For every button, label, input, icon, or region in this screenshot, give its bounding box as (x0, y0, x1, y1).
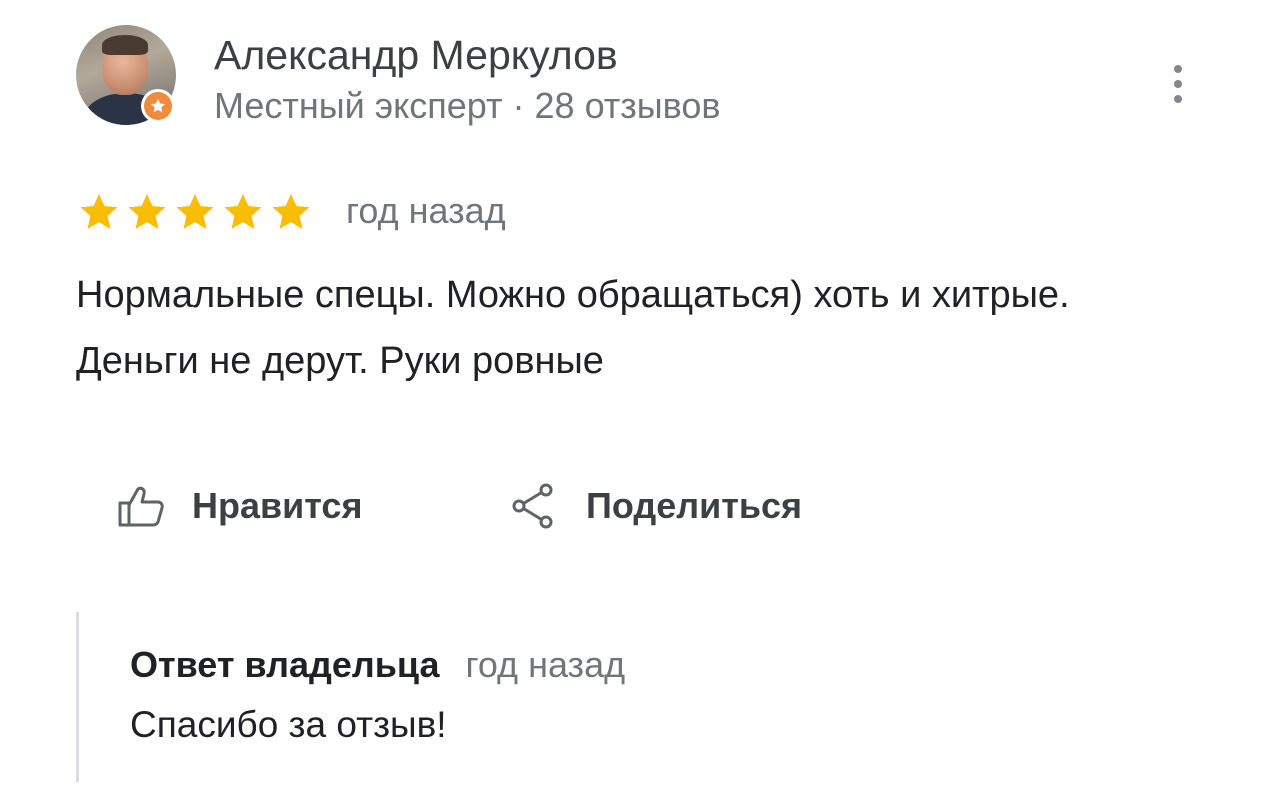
like-button[interactable]: Нравится (116, 476, 362, 536)
more-options-button[interactable] (1160, 56, 1196, 112)
reply-header: Ответ владельца год назад (130, 644, 625, 686)
star-icon (272, 194, 310, 229)
reply-title: Ответ владельца (130, 644, 440, 685)
star-icon (80, 194, 118, 229)
more-vertical-icon (1174, 65, 1182, 73)
thumbs-up-icon (118, 486, 164, 527)
star-icon (176, 194, 214, 229)
reply-divider (76, 612, 79, 782)
author-meta: Местный эксперт · 28 отзывов (214, 85, 721, 126)
star-badge-icon (150, 98, 166, 113)
local-guide-badge (141, 89, 175, 123)
avatar[interactable] (76, 25, 176, 125)
share-icon (512, 483, 553, 529)
author-name[interactable]: Александр Меркулов (214, 32, 618, 79)
like-label: Нравится (192, 485, 363, 526)
reply-time: год назад (465, 644, 626, 685)
review-text: Нормальные спецы. Можно обращаться) хоть… (76, 274, 1070, 382)
reply-text: Спасибо за отзыв! (130, 704, 447, 745)
star-icon (128, 194, 166, 229)
share-button[interactable]: Поделиться (510, 476, 802, 536)
review-time: год назад (346, 190, 506, 231)
star-rating (76, 190, 314, 234)
share-label: Поделиться (586, 485, 803, 526)
star-icon (224, 194, 262, 229)
